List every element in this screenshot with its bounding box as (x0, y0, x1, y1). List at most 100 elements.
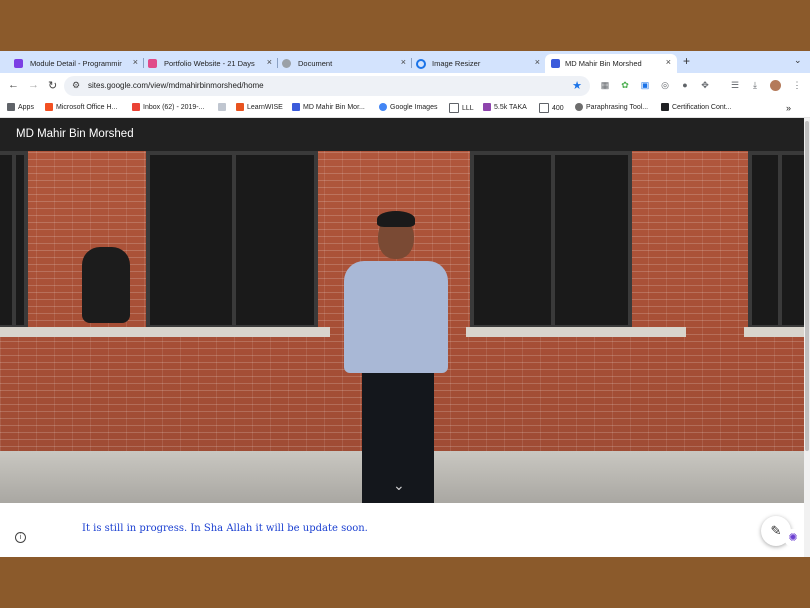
tab-mahir-bin-morshed[interactable]: MD Mahir Bin Morshed × (545, 54, 677, 73)
bookmark-microsoft-office[interactable]: Microsoft Office H... (45, 103, 117, 111)
scrollbar-thumb[interactable] (805, 121, 809, 451)
site-info-icon[interactable]: ⚙ (72, 80, 80, 91)
site-header: MD Mahir Bin Morshed (0, 118, 804, 151)
bookmark-label: MD Mahir Bin Mor... (303, 103, 365, 111)
person-photo (344, 261, 448, 373)
apps-grid-icon (7, 103, 15, 111)
bookmark-label: Certification Cont... (672, 103, 732, 111)
bookmark-md-mahir[interactable]: MD Mahir Bin Mor... (292, 103, 365, 111)
close-icon[interactable]: × (535, 57, 540, 67)
bookmark-label: 5.5k TAKA (494, 103, 527, 111)
bookmark-label: Google Images (390, 103, 438, 111)
download-icon[interactable]: ⤓ (750, 80, 760, 90)
bookmarks-overflow-button[interactable]: » (786, 103, 791, 113)
person-photo (377, 211, 415, 227)
close-icon[interactable]: × (401, 57, 406, 67)
bookmark-folder-lll[interactable]: LLL (449, 103, 474, 113)
site-title[interactable]: MD Mahir Bin Morshed (16, 128, 134, 140)
bookmark-label: Microsoft Office H... (56, 103, 118, 111)
photo-window (748, 151, 804, 329)
brain-extension-icon[interactable]: ✺ (784, 529, 802, 547)
page-content: i It is still in progress. In Sha Allah … (0, 503, 804, 557)
photo-window (470, 151, 632, 329)
bookmark-folder-400[interactable]: 400 (539, 103, 564, 113)
browser-menu-icon[interactable]: ⋮ (792, 80, 802, 90)
progress-message: It is still in progress. In Sha Allah it… (82, 523, 368, 534)
photo-sill (466, 327, 686, 337)
screen-record-extension-icon[interactable]: ▣ (640, 80, 650, 90)
tab-separator (143, 58, 144, 68)
tab-favicon (416, 59, 426, 69)
certification-icon (661, 103, 669, 111)
folder-icon (449, 103, 459, 113)
address-bar[interactable]: ⚙ sites.google.com/view/mdmahirbinmorshe… (64, 76, 590, 96)
tab-favicon (282, 59, 291, 68)
calculator-extension-icon[interactable]: ▦ (600, 80, 610, 90)
tab-separator (277, 58, 278, 68)
bookmark-inbox[interactable]: Inbox (62) - 2019-... (132, 103, 204, 111)
bookmark-label: 400 (552, 104, 564, 112)
reload-button[interactable]: ↻ (48, 79, 57, 92)
new-tab-button[interactable]: + (683, 54, 690, 68)
gmail-icon (132, 103, 140, 111)
tab-title: Image Resizer (432, 59, 481, 68)
photo-window (0, 151, 28, 329)
bookmark-learnwise[interactable]: LearnWISE (236, 103, 283, 111)
tab-favicon (148, 59, 157, 68)
google-icon (379, 103, 387, 111)
url-text[interactable]: sites.google.com/view/mdmahirbinmorshed/… (88, 81, 264, 90)
learnwise-icon (236, 103, 244, 111)
browser-window: Module Detail - Programming × Portfolio … (0, 51, 810, 557)
forward-button[interactable]: → (28, 79, 39, 91)
extension-icon[interactable]: ◎ (660, 80, 670, 90)
bookmark-5-5k-taka[interactable]: 5.5k TAKA (483, 103, 527, 111)
tab-search-button[interactable]: ⌄ (794, 55, 802, 66)
extension-icon[interactable]: ✿ (620, 80, 630, 90)
browser-toolbar: ← → ↻ ⚙ sites.google.com/view/mdmahirbin… (0, 73, 810, 99)
bookmark-google-images[interactable]: Google Images (379, 103, 437, 111)
photo-sill (744, 327, 804, 337)
bookmark-apps[interactable]: Apps (7, 103, 34, 111)
tab-favicon (14, 59, 23, 68)
bookmark-certification[interactable]: Certification Cont... (661, 103, 732, 111)
backpack-photo (82, 247, 130, 323)
tab-image-resizer[interactable]: Image Resizer × (416, 54, 540, 73)
scroll-down-chevron-icon[interactable]: ⌄ (393, 477, 405, 494)
tab-title: Module Detail - Programming (30, 59, 122, 68)
close-icon[interactable]: × (666, 57, 671, 67)
tab-document[interactable]: Document × (282, 54, 406, 73)
bookmark-paraphrasing-tool[interactable]: Paraphrasing Tool... (575, 103, 648, 111)
tab-title: Document (298, 59, 333, 68)
folder-icon (539, 103, 549, 113)
tab-module-detail[interactable]: Module Detail - Programming × (14, 54, 138, 73)
bookmark-label: LearnWISE (247, 103, 283, 111)
google-sites-icon (292, 103, 300, 111)
tab-separator (411, 58, 412, 68)
bookmark-document[interactable] (218, 103, 229, 111)
bookmark-star-icon[interactable]: ★ (572, 79, 582, 92)
microsoft-icon (45, 103, 53, 111)
photo-sill (0, 327, 330, 337)
tab-favicon (551, 59, 560, 68)
close-icon[interactable]: × (133, 57, 138, 67)
close-icon[interactable]: × (267, 57, 272, 67)
profile-extension-icon[interactable]: ● (680, 80, 690, 90)
puzzle-extensions-icon[interactable]: ✥ (700, 80, 710, 90)
bookmark-label: Apps (18, 103, 34, 111)
reading-list-icon[interactable]: ☰ (730, 80, 740, 90)
tab-title: Portfolio Website - 21 Days of (164, 59, 256, 68)
back-button[interactable]: ← (8, 79, 19, 91)
bookmarks-bar: Apps Microsoft Office H... Inbox (62) - … (0, 99, 810, 118)
tab-strip: Module Detail - Programming × Portfolio … (0, 51, 810, 73)
tab-title: MD Mahir Bin Morshed (565, 59, 642, 68)
profile-avatar[interactable] (770, 80, 781, 91)
bookmark-label: Paraphrasing Tool... (586, 103, 649, 111)
bookmark-label: Inbox (62) - 2019-... (143, 103, 205, 111)
tab-portfolio-website[interactable]: Portfolio Website - 21 Days of × (148, 54, 272, 73)
document-icon (218, 103, 226, 111)
photo-window (146, 151, 318, 329)
bookmark-label: LLL (462, 104, 474, 112)
bookmark-icon (483, 103, 491, 111)
info-icon[interactable]: i (15, 532, 26, 543)
hero-image: ⌄ (0, 151, 804, 503)
